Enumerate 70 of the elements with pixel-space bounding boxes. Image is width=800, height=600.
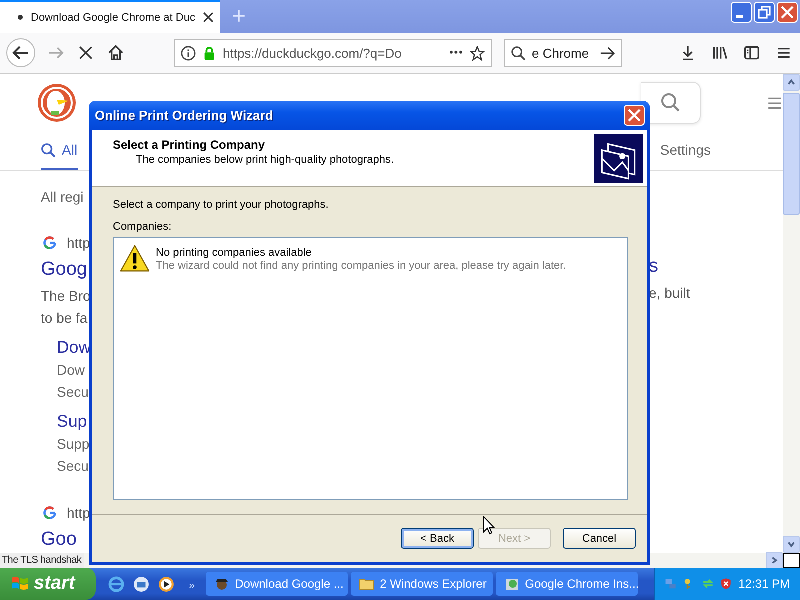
search-icon[interactable] bbox=[660, 93, 680, 114]
scroll-down-button[interactable] bbox=[783, 536, 800, 553]
resize-corner[interactable] bbox=[783, 553, 800, 568]
media-player-icon[interactable] bbox=[158, 576, 175, 592]
minimize-icon[interactable] bbox=[731, 2, 752, 23]
search-tab[interactable]: Settings bbox=[660, 132, 711, 170]
taskbar-button[interactable]: Google Chrome Ins... bbox=[496, 572, 638, 596]
result-text: e, built bbox=[649, 285, 690, 301]
photos-icon bbox=[594, 134, 643, 182]
mail-icon[interactable] bbox=[133, 576, 150, 592]
caret-down-icon bbox=[787, 540, 796, 549]
home-icon[interactable] bbox=[106, 43, 126, 63]
duck-logo-icon[interactable] bbox=[37, 83, 77, 124]
back-icon[interactable] bbox=[6, 38, 36, 68]
page-actions-button[interactable]: ••• bbox=[449, 47, 464, 59]
google-logo-icon bbox=[43, 506, 57, 520]
internet-explorer-icon[interactable] bbox=[108, 576, 125, 592]
installer-icon bbox=[504, 576, 520, 592]
result-link[interactable]: Goo bbox=[41, 529, 77, 551]
taskbar-button[interactable]: Download Google ... bbox=[206, 572, 348, 596]
dialog-button[interactable]: Cancel bbox=[563, 528, 636, 549]
result-link[interactable]: s bbox=[649, 256, 658, 278]
search-icon bbox=[41, 142, 56, 158]
companies-list[interactable]: No printing companies available The wizard could not find any printing companies in your area, please try again later. bbox=[113, 237, 628, 500]
taskbar-button[interactable]: 2 Windows Explorer bbox=[351, 572, 494, 596]
dialog-button[interactable]: < Back bbox=[401, 528, 474, 549]
google-logo-icon bbox=[43, 236, 57, 250]
close-icon[interactable] bbox=[203, 12, 214, 23]
result-text: Dow bbox=[57, 362, 86, 378]
caret-up-icon bbox=[787, 78, 796, 87]
result-text: Secu bbox=[57, 458, 89, 474]
scroll-right-button[interactable] bbox=[766, 552, 783, 569]
result-url: http bbox=[67, 235, 90, 251]
status-text: The TLS handshak bbox=[0, 553, 84, 568]
mouse-cursor-icon bbox=[483, 516, 495, 535]
clock: 12:31 PM bbox=[738, 577, 790, 591]
result-text: Supp bbox=[57, 436, 90, 452]
message-text: The wizard could not find any printing companies in your area, please try again later. bbox=[156, 260, 566, 272]
result-link[interactable]: Sup bbox=[57, 412, 88, 432]
message-title: No printing companies available bbox=[156, 247, 313, 259]
result-text: Secu bbox=[57, 384, 89, 400]
more-button[interactable]: » bbox=[189, 580, 196, 592]
result-text: All regi bbox=[41, 189, 84, 205]
address-bar[interactable]: https://duckduckgo.com/?q=Do ••• bbox=[174, 39, 492, 67]
tab-title: Download Google Chrome at Duc bbox=[31, 12, 196, 24]
scroll-up-button[interactable] bbox=[783, 74, 800, 91]
search-field[interactable]: e Chrome bbox=[504, 39, 622, 67]
result-text: to be fa bbox=[41, 310, 88, 326]
search-tab[interactable]: All bbox=[41, 132, 78, 170]
star-icon[interactable] bbox=[470, 46, 485, 60]
search-text: e Chrome bbox=[532, 46, 590, 60]
browser-tab[interactable]: Download Google Chrome at Duc bbox=[0, 0, 220, 33]
vertical-scrollbar[interactable] bbox=[783, 74, 800, 553]
search-icon bbox=[511, 46, 526, 60]
result-link[interactable]: Goog bbox=[41, 259, 88, 281]
instruction-text: Select a company to print your photographs. bbox=[113, 199, 330, 211]
arrow-right-icon[interactable] bbox=[600, 46, 615, 60]
info-icon[interactable] bbox=[181, 46, 196, 60]
result-url: http bbox=[67, 505, 90, 521]
dialog-title: Online Print Ordering Wizard bbox=[95, 108, 274, 123]
hat-icon bbox=[214, 576, 230, 592]
security-shield-icon[interactable] bbox=[720, 576, 733, 592]
warning-icon bbox=[120, 244, 150, 274]
list-label: Companies: bbox=[113, 221, 173, 233]
restore-icon[interactable] bbox=[754, 2, 775, 23]
url-text: https://duckduckgo.com/?q=Do bbox=[223, 46, 403, 60]
step-description: The companies below print high-quality photographs. bbox=[135, 154, 396, 166]
caret-right-icon bbox=[770, 556, 779, 565]
step-heading: Select a Printing Company bbox=[113, 138, 266, 152]
scroll-thumb[interactable] bbox=[783, 93, 800, 215]
